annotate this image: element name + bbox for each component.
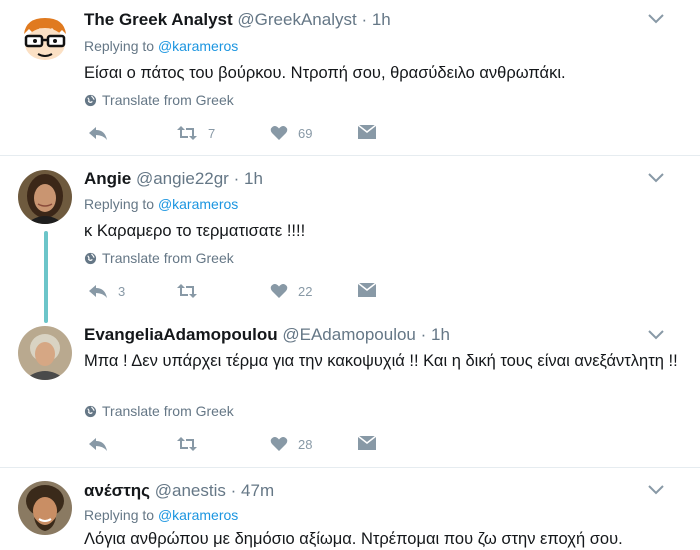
heart-icon (270, 437, 288, 451)
globe-icon (84, 94, 97, 106)
chevron-down-icon[interactable] (648, 485, 664, 495)
timestamp[interactable]: 1h (372, 10, 391, 29)
avatar[interactable] (18, 481, 72, 535)
heart-icon (270, 126, 288, 140)
direct-message-button[interactable] (358, 125, 376, 139)
retweet-button[interactable]: 7 (176, 125, 215, 141)
retweet-count: 7 (208, 125, 216, 141)
separator-dot: · (420, 325, 427, 344)
tweet-header: The Greek Analyst @GreekAnalyst · 1h (84, 10, 391, 30)
like-button[interactable]: 69 (270, 125, 312, 141)
tweet-text: Μπα ! Δεν υπάρχει τέρμα για την κακοψυχι… (84, 352, 678, 370)
avatar[interactable] (18, 326, 72, 380)
user-handle[interactable]: @anestis (155, 481, 226, 500)
tweet-text: κ Καραμερο το τερματισατε !!!! (84, 222, 306, 240)
like-button[interactable]: 22 (270, 283, 312, 299)
globe-icon (84, 252, 97, 264)
retweet-icon (177, 437, 197, 451)
timestamp[interactable]: 47m (241, 481, 274, 500)
timestamp[interactable]: 1h (244, 169, 263, 188)
tweet[interactable]: EvangeliaAdamopoulou @EAdamopoulou · 1h … (0, 314, 700, 468)
tweet-header: EvangeliaAdamopoulou @EAdamopoulou · 1h (84, 325, 450, 345)
reply-icon (89, 127, 107, 140)
replying-label: Replying to (84, 507, 158, 523)
reply-button[interactable] (88, 125, 118, 141)
like-count: 69 (298, 125, 313, 141)
retweet-button[interactable] (176, 436, 208, 452)
replying-label: Replying to (84, 196, 158, 212)
avatar[interactable] (18, 12, 72, 66)
retweet-icon (177, 284, 197, 298)
reply-button[interactable] (88, 436, 118, 452)
direct-message-button[interactable] (358, 436, 376, 450)
translate-label[interactable]: Translate from Greek (102, 250, 234, 266)
tweet[interactable]: ανέστης @anestis · 47m Replying to @kara… (0, 469, 700, 550)
tweet-text: Είσαι ο πάτος του βούρκου. Ντροπή σου, θ… (84, 64, 566, 82)
tweet[interactable]: Angie @angie22gr · 1h Replying to @karam… (0, 157, 700, 314)
tweet-header: ανέστης @anestis · 47m (84, 481, 274, 501)
display-name[interactable]: The Greek Analyst (84, 10, 233, 29)
envelope-icon (358, 283, 376, 297)
timestamp[interactable]: 1h (431, 325, 450, 344)
reply-icon (89, 285, 107, 298)
chevron-down-icon[interactable] (648, 330, 664, 340)
display-name[interactable]: Angie (84, 169, 131, 188)
user-handle[interactable]: @GreekAnalyst (237, 10, 356, 29)
replying-to: Replying to @karameros (84, 38, 238, 54)
tweet-header: Angie @angie22gr · 1h (84, 169, 263, 189)
envelope-icon (358, 125, 376, 139)
chevron-down-icon[interactable] (648, 173, 664, 183)
avatar[interactable] (18, 170, 72, 224)
user-handle[interactable]: @EAdamopoulou (282, 325, 416, 344)
retweet-button[interactable] (176, 283, 208, 299)
separator-dot: · (230, 481, 237, 500)
translate-link[interactable]: Translate from Greek (84, 250, 234, 266)
globe-icon (84, 405, 97, 417)
tweet-text: Λόγια ανθρώπου με δημόσιο αξίωμα. Ντρέπο… (84, 530, 623, 548)
mention-link[interactable]: @karameros (158, 196, 238, 212)
translate-label[interactable]: Translate from Greek (102, 403, 234, 419)
tweet[interactable]: The Greek Analyst @GreekAnalyst · 1h Rep… (0, 0, 700, 156)
separator-dot: · (361, 10, 368, 29)
translate-link[interactable]: Translate from Greek (84, 403, 234, 419)
display-name[interactable]: ανέστης (84, 481, 150, 500)
replying-to: Replying to @karameros (84, 507, 238, 523)
reply-count: 3 (118, 283, 126, 299)
translate-label[interactable]: Translate from Greek (102, 92, 234, 108)
direct-message-button[interactable] (358, 283, 376, 297)
heart-icon (270, 284, 288, 298)
replying-label: Replying to (84, 38, 158, 54)
mention-link[interactable]: @karameros (158, 38, 238, 54)
chevron-down-icon[interactable] (648, 14, 664, 24)
replying-to: Replying to @karameros (84, 196, 238, 212)
like-button[interactable]: 28 (270, 436, 312, 452)
reply-icon (89, 438, 107, 451)
user-handle[interactable]: @angie22gr (136, 169, 229, 188)
separator-dot: · (233, 169, 240, 188)
like-count: 22 (298, 283, 313, 299)
like-count: 28 (298, 436, 313, 452)
retweet-icon (177, 126, 197, 140)
reply-button[interactable]: 3 (88, 283, 125, 299)
translate-link[interactable]: Translate from Greek (84, 92, 234, 108)
envelope-icon (358, 436, 376, 450)
display-name[interactable]: EvangeliaAdamopoulou (84, 325, 278, 344)
mention-link[interactable]: @karameros (158, 507, 238, 523)
